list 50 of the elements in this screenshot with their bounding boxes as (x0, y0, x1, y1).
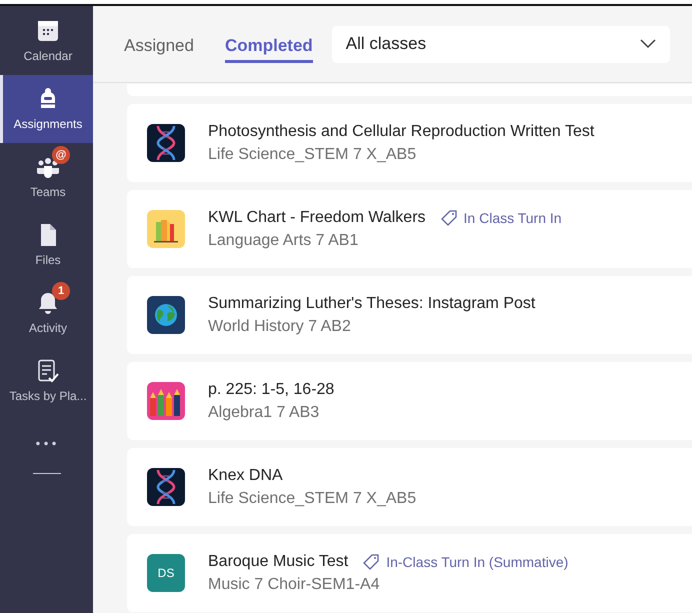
notification-badge: @ (52, 146, 70, 164)
assignment-tag: In-Class Turn In (Summative) (386, 554, 568, 570)
pencils-icon (147, 382, 185, 420)
notification-badge: 1 (52, 282, 70, 300)
class-name: Algebra1 7 AB3 (208, 404, 320, 422)
assignment-tag: In Class Turn In (464, 210, 562, 226)
task-list-icon (36, 359, 60, 383)
sidebar-item[interactable]: Calendar (0, 7, 93, 75)
sidebar-label: Files (35, 253, 61, 267)
more-apps-button[interactable]: ••• (0, 437, 93, 451)
sidebar-label: Teams (30, 185, 66, 199)
assignment-card[interactable]: Summarizing Luther's Theses: Instagram Post World History 7 AB2 (127, 276, 692, 354)
class-name: Life Science_STEM 7 X_AB5 (208, 490, 416, 508)
sidebar-item[interactable]: Assignments (0, 75, 93, 143)
sidebar-label: Tasks by Pla... (9, 389, 87, 403)
sidebar-item[interactable]: Files (0, 211, 93, 279)
sidebar-label: Activity (28, 321, 67, 335)
chevron-down-icon (640, 39, 656, 49)
assignment-card[interactable]: Photosynthesis and Cellular Reproduction Written Test Life Science_STEM 7 X_AB5 (127, 104, 692, 182)
calendar-icon (36, 19, 60, 43)
class-name: Language Arts 7 AB1 (208, 232, 360, 250)
tab[interactable]: Assigned (124, 30, 194, 62)
globe-icon (147, 296, 185, 334)
assignment-card[interactable]: Knex DNA Life Science_STEM 7 X_AB5 (127, 448, 692, 526)
assignment-title: Summarizing Luther's Theses: Instagram Post (208, 294, 536, 312)
class-name: Life Science_STEM 7 X_AB5 (208, 146, 418, 164)
sidebar-item[interactable]: 1 Activity (0, 279, 93, 347)
tag-icon (362, 552, 380, 570)
sidebar-label: Calendar (24, 49, 72, 63)
dna-icon (147, 468, 185, 506)
class-initials-avatar: DS (147, 554, 185, 592)
assignment-title: p. 225: 1-5, 16-28 (208, 380, 334, 398)
assignment-title: Knex DNA (208, 466, 283, 484)
sidebar-item[interactable]: @ Teams (0, 143, 93, 211)
assignment-card[interactable]: DS Baroque Music Test In-Class Turn In (Summative) Music 7 Choir-SEM1-A4 (127, 534, 692, 612)
class-name: Music 7 Choir-SEM1-A4 (208, 576, 381, 594)
assignment-card[interactable]: p. 225: 1-5, 16-28 Algebra1 7 AB3 (127, 362, 692, 440)
assignment-title: Baroque Music Test (208, 552, 348, 570)
class-name: World History 7 AB2 (208, 318, 352, 336)
tab[interactable]: Completed (224, 30, 313, 62)
bell-icon (36, 291, 60, 315)
assignment-title: Photosynthesis and Cellular Reproduction Written Test (208, 122, 594, 140)
sidebar-item[interactable]: Tasks by Pla... (0, 347, 93, 415)
sidebar-label: Assignments (14, 117, 82, 131)
books-icon (147, 210, 185, 248)
class-filter-dropdown[interactable]: All classes (332, 26, 670, 62)
dna-icon (147, 124, 185, 162)
assignment-card[interactable]: KWL Chart - Freedom Walkers In Class Turn In Language Arts 7 AB1 (127, 190, 692, 268)
assignment-title: KWL Chart - Freedom Walkers (208, 208, 426, 226)
tag-icon (440, 208, 458, 226)
